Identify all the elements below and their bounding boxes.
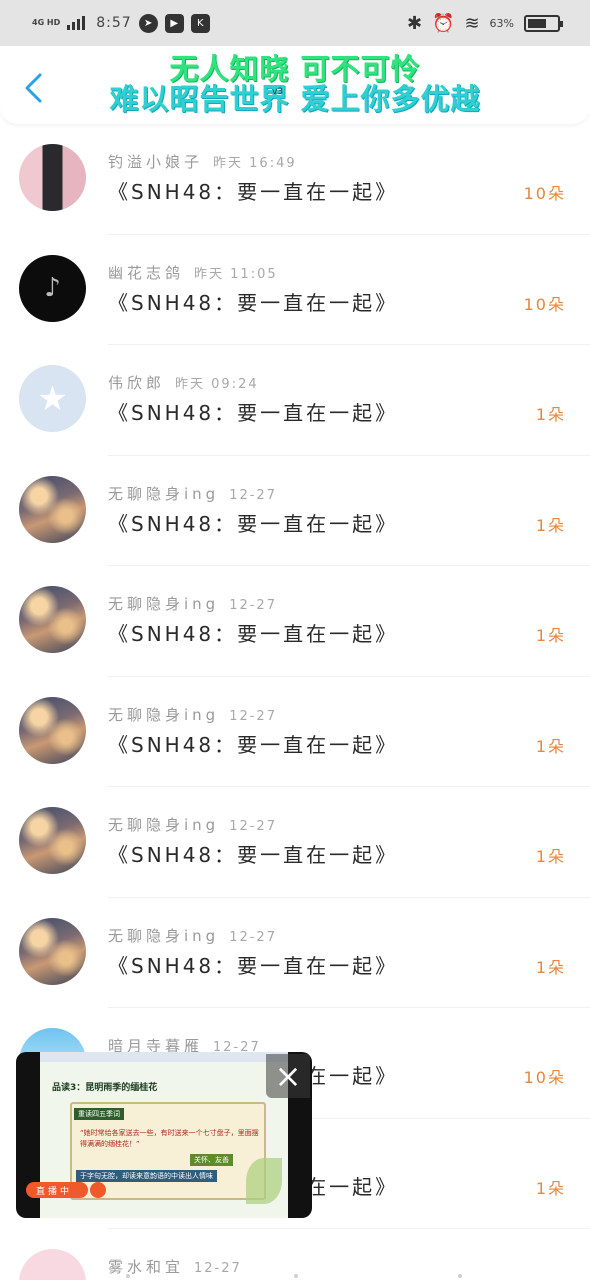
sender-name: 无聊隐身ing 12-27 [108,704,277,725]
telegram-icon: ➤ [138,13,158,33]
timestamp: 昨天 16:49 [213,156,297,171]
battery-percent: 63% [489,16,514,30]
network-type: 4G HD [32,19,60,27]
page-indicator [0,1274,590,1280]
flower-count: 1朵 [535,736,566,756]
bluetooth-icon: ✱ [406,12,423,34]
avatar[interactable] [19,696,86,764]
avatar[interactable] [19,144,86,211]
sender-name-text: 无聊隐身ing [108,816,220,834]
status-right: ✱ ⏰ ≋ 63% [406,12,563,34]
gift-title: 《SNH48：要一直在一起》 [108,732,399,757]
sender-name-text: 无聊隐身ing [108,705,220,724]
sender-name-text: 钓溢小娘子 [108,153,204,171]
flower-count: 1朵 [535,626,566,645]
sender-name: 无聊隐身ing 12-27 [108,925,277,946]
flower-count: 1朵 [535,847,566,866]
list-item[interactable]: ♪ 幽花志鸽 昨天 11:05 《SNH48：要一直在一起》 10朵 [0,235,590,345]
list-item[interactable]: 无聊隐身ing 12-27 《SNH48：要一直在一起》 1朵 [0,898,590,1008]
k-app-icon: K [190,13,210,33]
list-item[interactable]: 无聊隐身ing 12-27 《SNH48：要一直在一起》 1朵 [0,456,590,566]
list-item[interactable]: 无聊隐身ing 12-27 《SNH48：要一直在一起》 1朵 [0,677,590,787]
list-item[interactable]: 钓溢小娘子 昨天 16:49 《SNH48：要一直在一起》 10朵 [0,124,590,235]
flower-count: 1朵 [535,1178,566,1198]
slide-blue-tag: 于字句无腔，却读来意韵语的中读出人情味 [76,1170,217,1182]
list-item[interactable]: ★ 伟欣郎 昨天 09:24 《SNH48：要一直在一起》 1朵 [0,345,590,456]
sender-name: 伟欣郎 昨天 09:24 [108,372,259,393]
flower-count: 1朵 [535,405,566,424]
timestamp: 12-27 [229,598,277,613]
slide-title: 品读3：昆明雨季的缅桂花 [52,1083,158,1093]
avatar[interactable]: ★ [19,365,86,432]
timestamp: 12-27 [229,708,277,724]
close-icon[interactable]: × [266,1054,310,1098]
gift-title: 《SNH48：要一直在一起》 [108,401,399,425]
flower-count: 10朵 [523,184,566,203]
sender-name-text: 幽花志鸽 [108,263,185,282]
sender-name: 无聊隐身ing 12-27 [108,593,277,614]
gift-title: 《SNH48：要一直在一起》 [108,511,399,536]
signal-icon [67,16,86,30]
flower-count: 1朵 [535,515,566,535]
play-icon: ▶ [164,13,184,33]
timestamp: 昨天 09:24 [175,377,259,392]
clock: 8:57 [96,15,132,31]
avatar[interactable] [19,475,86,543]
sender-name-text: 无聊隐身ing [108,926,220,945]
gift-title: 《SNH48：要一直在一起》 [108,843,399,867]
nav-bar: 无人知晓 可不可怜 难以昭告世界 爱上你多优越 v3 [0,46,590,124]
leaf-decoration [246,1158,282,1204]
avatar[interactable] [19,586,86,653]
live-badge: 直播中 [26,1182,88,1198]
list-item[interactable]: 无聊隐身ing 12-27 《SNH48：要一直在一起》 1朵 [0,787,590,898]
status-bar: 4G HD 8:57 ➤ ▶ K ✱ ⏰ ≋ 63% [0,0,590,46]
sender-name-text: 无聊隐身ing [108,595,220,613]
nav-title-line2: 难以昭告世界 爱上你多优越 [109,82,481,116]
gift-title: 《SNH48：要一直在一起》 [108,953,399,978]
flower-count: 10朵 [523,1068,566,1087]
avatar[interactable]: ♪ [19,254,86,322]
timestamp: 12-27 [229,929,277,945]
gift-title: 《SNH48：要一直在一起》 [108,290,399,315]
timestamp: 12-27 [229,819,277,834]
gift-title: 《SNH48：要一直在一起》 [108,180,399,204]
timestamp: 昨天 11:05 [194,266,278,282]
slide-green-tag: 关怀、友善 [190,1154,233,1166]
slide-scroll-text: “她时常给各家送去一些，有时送来一个七寸盘子，里面摆得满满的缅桂花！” [80,1129,259,1148]
sender-name: 无聊隐身ing 12-27 [108,814,277,835]
sender-name: 钓溢小娘子 昨天 16:49 [108,151,297,172]
list-item[interactable]: 雾水和宜 12-27 [0,1229,590,1280]
flower-count: 10朵 [523,294,566,314]
sender-name: 无聊隐身ing 12-27 [108,483,277,504]
sender-name-text: 无聊隐身ing [108,484,220,503]
sender-name-text: 伟欣郎 [108,374,166,392]
wifi-icon: ≋ [464,12,480,34]
floating-video[interactable]: 品读3：昆明雨季的缅桂花 重读四五季词 “她时常给各家送去一些，有时送来一个七寸… [16,1052,312,1218]
avatar[interactable] [19,917,86,985]
timestamp: 12-27 [229,487,277,503]
list-item[interactable]: 无聊隐身ing 12-27 《SNH48：要一直在一起》 1朵 [0,566,590,677]
network-label: 4G HD [32,18,61,27]
video-toolbar [40,1052,288,1062]
sender-name: 幽花志鸽 昨天 11:05 [108,262,278,283]
alarm-icon: ⏰ [432,12,455,34]
avatar[interactable] [19,807,86,874]
gift-title: 《SNH48：要一直在一起》 [108,622,399,646]
live-dot [90,1182,106,1198]
slide-scroll-tag: 重读四五季词 [74,1108,124,1120]
status-left: 4G HD 8:57 ➤ ▶ K [32,13,210,33]
title-badge: v3 [272,87,284,97]
flower-count: 1朵 [535,957,566,977]
battery-icon [524,14,563,32]
